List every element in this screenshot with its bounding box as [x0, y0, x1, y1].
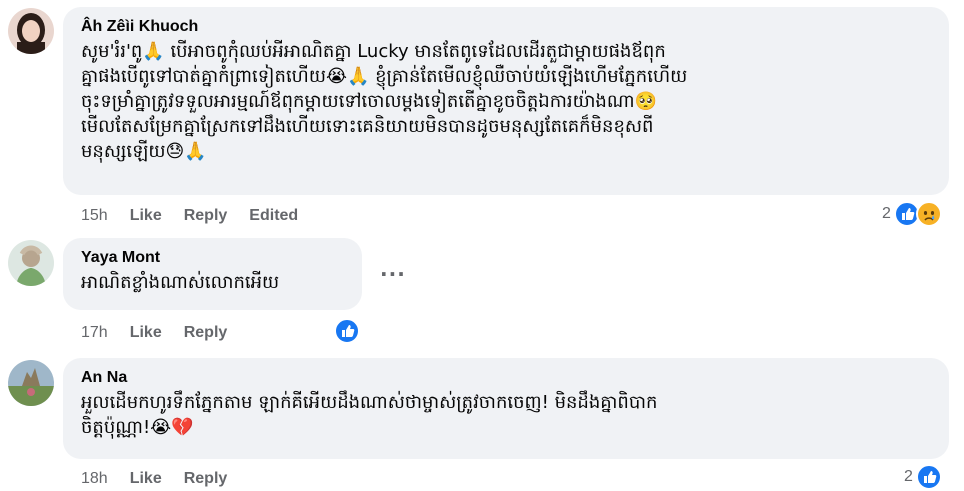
- comment-author[interactable]: Âh Zêìi Khuoch: [81, 17, 931, 37]
- comment-text: អាណិតខ្លាំងណាស់លោកអើយ: [81, 270, 344, 295]
- avatar[interactable]: [8, 360, 54, 406]
- comment-text: សូម'រំរ'ពូ🙏 បើអាចពូកុំឈប់អីអាណិតគ្នា Luc…: [81, 39, 931, 164]
- comment-line: មនុស្សឡើយ😓🙏: [81, 141, 207, 162]
- reaction-summary[interactable]: [334, 318, 360, 344]
- comment-author[interactable]: Yaya Mont: [81, 248, 344, 268]
- sad-icon: [915, 201, 942, 227]
- like-icon: [334, 318, 360, 344]
- comment-bubble: An Na អួលដើមកហូរទឹកភ្នែកតាម ឡាក់គីអើយដឹង…: [63, 358, 949, 459]
- comment-time[interactable]: 15h: [81, 207, 108, 225]
- comment-time[interactable]: 18h: [81, 470, 108, 488]
- comment-line: សូម'រំរ'ពូ🙏 បើអាចពូកុំឈប់អីអាណិតគ្នា Luc…: [81, 41, 666, 62]
- avatar[interactable]: [8, 240, 54, 286]
- reply-button[interactable]: Reply: [184, 324, 228, 342]
- edited-label[interactable]: Edited: [249, 207, 298, 225]
- comment-line: ចិត្តប៉ុណ្ណា!😭💔: [81, 417, 194, 438]
- comment-time[interactable]: 17h: [81, 324, 108, 342]
- comment-text: អួលដើមកហូរទឹកភ្នែកតាម ឡាក់គីអើយដឹងណាស់ថា…: [81, 390, 931, 440]
- reaction-count: 2: [904, 468, 913, 485]
- comment-meta: 17h Like Reply: [81, 323, 249, 343]
- comment-meta: 18h Like Reply: [81, 469, 249, 489]
- more-options-icon[interactable]: ···: [380, 262, 406, 286]
- reply-button[interactable]: Reply: [184, 470, 228, 488]
- comment-meta: 15h Like Reply Edited: [81, 206, 320, 226]
- comment-line: អាណិតខ្លាំងណាស់លោកអើយ: [81, 272, 280, 293]
- reaction-summary[interactable]: 2: [904, 464, 942, 490]
- reply-button[interactable]: Reply: [184, 207, 228, 225]
- comment-line: ចុះទម្រាំគ្នាត្រូវទទួលអារម្មណ៍ឪពុកម្ដាយទ…: [81, 91, 657, 112]
- comment-line: មើលតែសម្រែកគ្នាស្រែកទៅដឹងហើយទោះគេនិយាយមិ…: [81, 116, 654, 137]
- avatar[interactable]: [8, 8, 54, 54]
- like-button[interactable]: Like: [130, 207, 162, 225]
- comment-bubble: Yaya Mont អាណិតខ្លាំងណាស់លោកអើយ: [63, 238, 362, 310]
- comment-bubble: Âh Zêìi Khuoch សូម'រំរ'ពូ🙏 បើអាចពូកុំឈប់…: [63, 7, 949, 195]
- reaction-summary[interactable]: 2: [882, 201, 942, 227]
- comment-line: អួលដើមកហូរទឹកភ្នែកតាម ឡាក់គីអើយដឹងណាស់ថា…: [81, 392, 658, 413]
- comment-line: គ្នាផងបើពូទៅបាត់គ្នាកំព្រាទៀតហើយ😭🙏 ខ្ញុំ…: [81, 66, 688, 87]
- like-icon: [915, 464, 942, 490]
- comment-author[interactable]: An Na: [81, 368, 931, 388]
- like-button[interactable]: Like: [130, 470, 162, 488]
- like-button[interactable]: Like: [130, 324, 162, 342]
- reaction-count: 2: [882, 205, 891, 222]
